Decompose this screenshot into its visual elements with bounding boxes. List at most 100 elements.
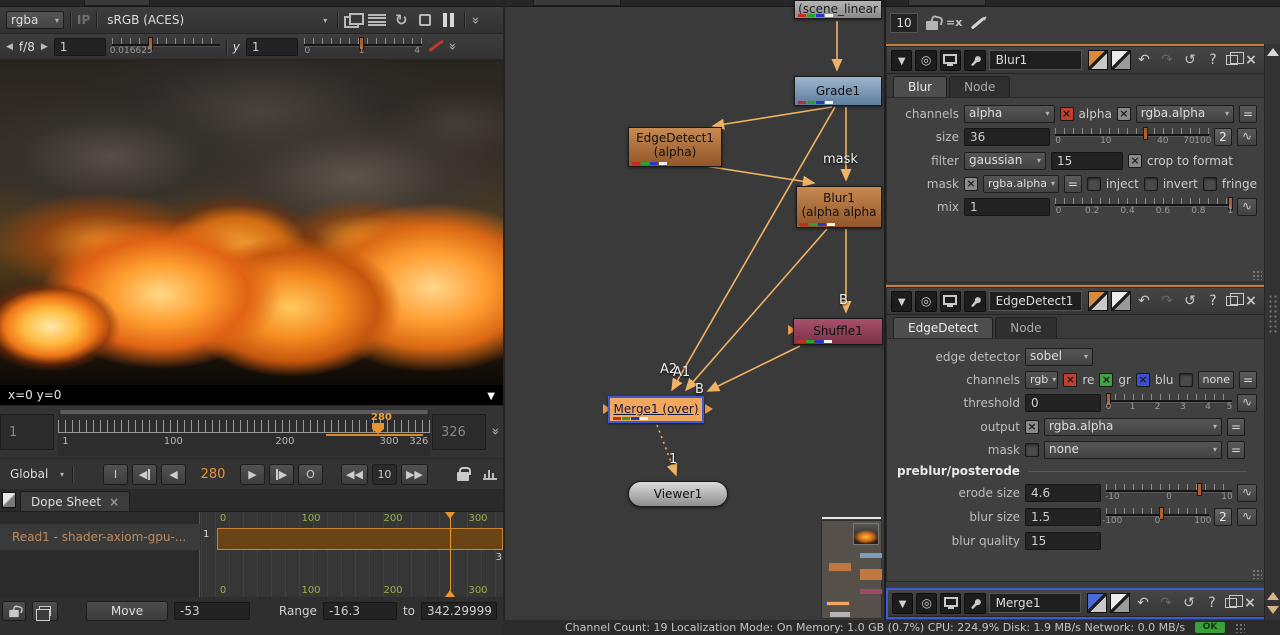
- revert-icon[interactable]: [1180, 52, 1200, 68]
- erode-size-field[interactable]: 4.6: [1025, 484, 1101, 502]
- fringe-checkbox[interactable]: [1203, 177, 1217, 191]
- scroll-up-icon[interactable]: [1267, 592, 1279, 600]
- jump-back-button[interactable]: [341, 464, 368, 485]
- step-forward-button[interactable]: [269, 464, 294, 485]
- current-frame[interactable]: 280: [190, 467, 236, 482]
- tab-node[interactable]: Node: [995, 317, 1056, 338]
- node-read1[interactable]: (scene_linear: [794, 0, 882, 19]
- viewer-channels-dropdown[interactable]: rgba: [6, 11, 64, 29]
- set-out-point-button[interactable]: O: [298, 464, 323, 485]
- dope-playhead[interactable]: [450, 512, 451, 597]
- center-node-icon[interactable]: [916, 593, 937, 614]
- scroll-down-icon[interactable]: [1267, 606, 1279, 614]
- output-checkbox[interactable]: ×: [1025, 420, 1039, 434]
- channels-dropdown[interactable]: rgb: [1025, 371, 1058, 389]
- dope-sheet-tab[interactable]: Dope Sheet: [20, 491, 130, 511]
- redo-icon[interactable]: [1157, 293, 1177, 309]
- node-graph-minimap[interactable]: [821, 520, 882, 619]
- tab-edgedetect[interactable]: EdgeDetect: [893, 317, 993, 338]
- dope-track-bar[interactable]: [217, 528, 503, 550]
- duplicate-keys-button[interactable]: [32, 601, 58, 621]
- timeline-overflow-icon[interactable]: [491, 424, 499, 439]
- collapse-panel-button[interactable]: [892, 593, 913, 614]
- node-viewer1[interactable]: Viewer1: [628, 481, 728, 507]
- window-resize-grip[interactable]: [1235, 623, 1245, 633]
- timeline-playhead[interactable]: 280: [371, 412, 385, 434]
- display-windows-icon[interactable]: [344, 13, 362, 27]
- undo-icon[interactable]: [1134, 293, 1154, 309]
- equals-button[interactable]: =: [1239, 371, 1257, 389]
- gl-color-swatch[interactable]: [1111, 291, 1131, 311]
- node-blur1[interactable]: Blur1 (alpha alpha: [796, 186, 882, 228]
- filter-quality-field[interactable]: 15: [1051, 152, 1123, 170]
- size-field[interactable]: 36: [964, 128, 1050, 146]
- threshold-field[interactable]: 0: [1025, 394, 1101, 412]
- move-value-field[interactable]: -53: [174, 602, 250, 620]
- mask-channel-checkbox[interactable]: ×: [1117, 107, 1131, 121]
- play-forward-button[interactable]: [240, 464, 265, 485]
- none-dropdown[interactable]: none: [1198, 371, 1234, 389]
- gamma-slider[interactable]: 0 1 4: [304, 37, 422, 57]
- move-button[interactable]: Move: [86, 601, 168, 621]
- node-color-swatch[interactable]: [1087, 593, 1107, 613]
- redo-icon[interactable]: [1157, 52, 1177, 68]
- scanline-mode-icon[interactable]: [368, 13, 386, 27]
- undo-icon[interactable]: [1133, 595, 1153, 611]
- blur-size-field[interactable]: 1.5: [1025, 508, 1101, 526]
- node-name-field[interactable]: Blur1: [989, 50, 1082, 70]
- viewer-colorspace-dropdown[interactable]: sRGB (ACES): [103, 11, 331, 29]
- node-merge1-selected[interactable]: Merge1 (over): [608, 396, 704, 423]
- gl-color-swatch[interactable]: [1111, 50, 1131, 70]
- dope-track-read1[interactable]: Read1 - shader-axiom-gpu-...: [0, 524, 200, 550]
- center-node-icon[interactable]: [915, 291, 936, 312]
- mask-dropdown[interactable]: rgba.alpha: [983, 175, 1059, 193]
- size-dimensions-button[interactable]: 2: [1214, 128, 1232, 146]
- refresh-icon[interactable]: [392, 13, 410, 27]
- node-edgedetect1[interactable]: EdgeDetect1 (alpha): [628, 127, 722, 167]
- erode-size-slider[interactable]: -10 0 10: [1106, 483, 1232, 503]
- dope-sheet-grid[interactable]: 0 100 200 300 0 100 200 300 3: [201, 512, 503, 597]
- collapse-panel-button[interactable]: [891, 50, 912, 71]
- histogram-icon[interactable]: [483, 468, 497, 480]
- close-panel-icon[interactable]: [1241, 293, 1261, 309]
- node-name-field[interactable]: EdgeDetect1: [989, 291, 1082, 311]
- help-button[interactable]: ?: [1202, 595, 1222, 611]
- gl-color-swatch[interactable]: [1110, 593, 1130, 613]
- edit-icon[interactable]: [971, 17, 984, 29]
- monitor-icon[interactable]: [940, 50, 961, 71]
- toolbar-overflow-icon[interactable]: [448, 39, 456, 54]
- equals-button[interactable]: =: [1227, 441, 1245, 459]
- node-name-field[interactable]: Merge1: [989, 593, 1081, 613]
- mix-field[interactable]: 1: [964, 198, 1050, 216]
- equals-button[interactable]: =: [1239, 105, 1257, 123]
- size-slider-handle[interactable]: [1143, 127, 1148, 140]
- timeline-range-start-field[interactable]: 1: [0, 414, 54, 450]
- viewer-tab[interactable]: Viewer1: [84, 0, 150, 6]
- channel-blue-checkbox[interactable]: ×: [1136, 373, 1150, 387]
- undo-icon[interactable]: [1134, 52, 1154, 68]
- inject-checkbox[interactable]: [1087, 177, 1101, 191]
- wrench-icon[interactable]: [964, 291, 985, 312]
- mask-dropdown[interactable]: none: [1044, 441, 1222, 459]
- collapse-panel-button[interactable]: [891, 291, 912, 312]
- frame-increment-field[interactable]: 10: [372, 464, 397, 485]
- mix-slider[interactable]: 0 0.2 0.4 0.6 0.8 1: [1055, 197, 1232, 217]
- float-window-icon[interactable]: [1226, 55, 1238, 65]
- float-window-icon[interactable]: [1226, 296, 1238, 306]
- blur-quality-field[interactable]: 15: [1025, 532, 1101, 550]
- monitor-icon[interactable]: [940, 593, 961, 614]
- float-window-icon[interactable]: [1225, 598, 1237, 608]
- pane-split-icon[interactable]: [2, 492, 16, 508]
- panel-resize-grip[interactable]: [1252, 569, 1262, 579]
- properties-scrollbar[interactable]: [1264, 44, 1280, 620]
- node-grade1[interactable]: Grade1: [794, 76, 882, 106]
- play-backward-button[interactable]: [132, 464, 157, 485]
- output-dropdown[interactable]: rgba.alpha: [1044, 418, 1222, 436]
- lock-button[interactable]: [2, 601, 26, 621]
- equals-button[interactable]: =: [1064, 175, 1082, 193]
- gain-field[interactable]: 1: [54, 38, 106, 56]
- timeline-range-end-field[interactable]: 326: [432, 414, 486, 450]
- timeline-ruler[interactable]: 1 100 200 300 326 280: [58, 410, 430, 456]
- animation-curve-button[interactable]: ∿: [1237, 394, 1257, 412]
- input-process-button[interactable]: IP: [77, 13, 90, 27]
